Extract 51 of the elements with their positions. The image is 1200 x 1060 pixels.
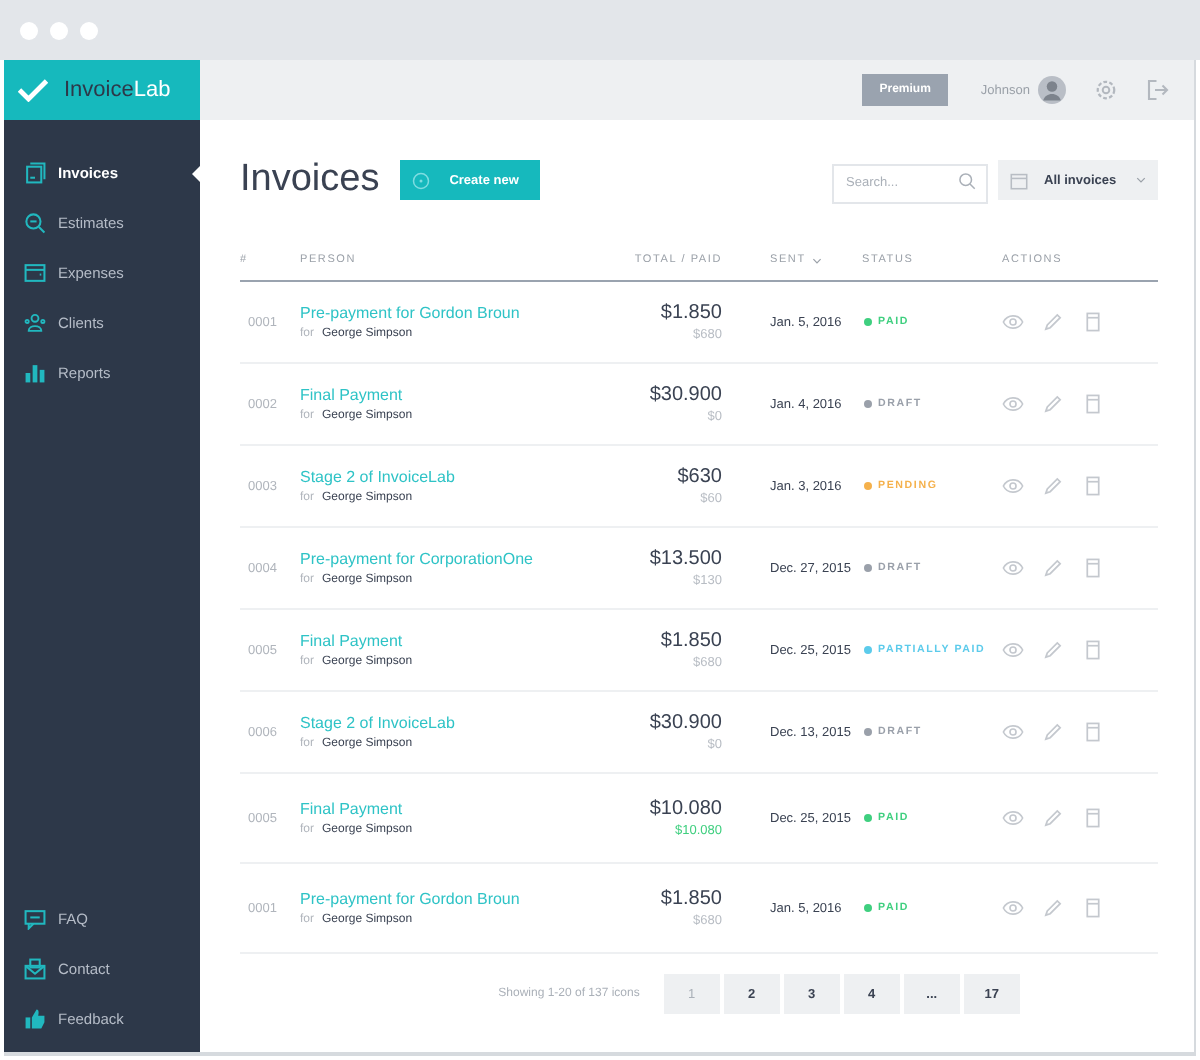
edit-icon[interactable] [1042, 898, 1064, 918]
nav-icon [24, 908, 46, 930]
edit-icon[interactable] [1042, 312, 1064, 332]
circle-icon [411, 171, 430, 189]
total-amount: $30.900 [649, 384, 722, 406]
nav-icon [24, 958, 46, 980]
view-icon[interactable] [1002, 394, 1024, 414]
view-icon[interactable] [1002, 640, 1024, 660]
logout-icon[interactable] [1146, 78, 1170, 102]
delete-icon[interactable] [1082, 722, 1104, 742]
total-amount: $30.900 [649, 712, 722, 734]
page-title: Invoices [240, 158, 380, 202]
total-amount: $1.850 [660, 630, 722, 652]
view-icon[interactable] [1002, 722, 1024, 742]
caret-icon [1136, 176, 1146, 184]
edit-icon[interactable] [1042, 722, 1064, 742]
total-amount: $1.850 [660, 888, 722, 910]
settings-icon[interactable] [1094, 78, 1118, 102]
edit-icon[interactable] [1042, 558, 1064, 578]
nav-icon [24, 312, 46, 334]
delete-icon[interactable] [1082, 640, 1104, 660]
brand-name: InvoiceLab [64, 78, 171, 102]
delete-icon[interactable] [1082, 476, 1104, 496]
edit-icon[interactable] [1042, 640, 1064, 660]
total-amount: $630 [677, 466, 722, 488]
view-icon[interactable] [1002, 898, 1024, 918]
delete-icon[interactable] [1082, 898, 1104, 918]
edit-icon[interactable] [1042, 394, 1064, 414]
calendar-icon [1010, 171, 1028, 189]
search-icon [958, 171, 976, 189]
checkmark-logo-icon [18, 78, 48, 102]
sort-caret-icon [811, 257, 822, 263]
edit-icon[interactable] [1042, 808, 1064, 828]
total-amount: $1.850 [660, 302, 722, 324]
total-amount: $10.080 [649, 798, 722, 820]
nav-icon [24, 362, 46, 384]
view-icon[interactable] [1002, 558, 1024, 578]
delete-icon[interactable] [1082, 394, 1104, 414]
view-icon[interactable] [1002, 476, 1024, 496]
edit-icon[interactable] [1042, 476, 1064, 496]
nav-icon [24, 262, 46, 284]
nav-icon [24, 162, 46, 184]
delete-icon[interactable] [1082, 312, 1104, 332]
nav-icon [24, 212, 46, 234]
avatar-icon[interactable] [1038, 76, 1066, 104]
view-icon[interactable] [1002, 312, 1024, 332]
delete-icon[interactable] [1082, 558, 1104, 578]
delete-icon[interactable] [1082, 808, 1104, 828]
view-icon[interactable] [1002, 808, 1024, 828]
total-amount: $13.500 [649, 548, 722, 570]
nav-icon [24, 1008, 46, 1030]
